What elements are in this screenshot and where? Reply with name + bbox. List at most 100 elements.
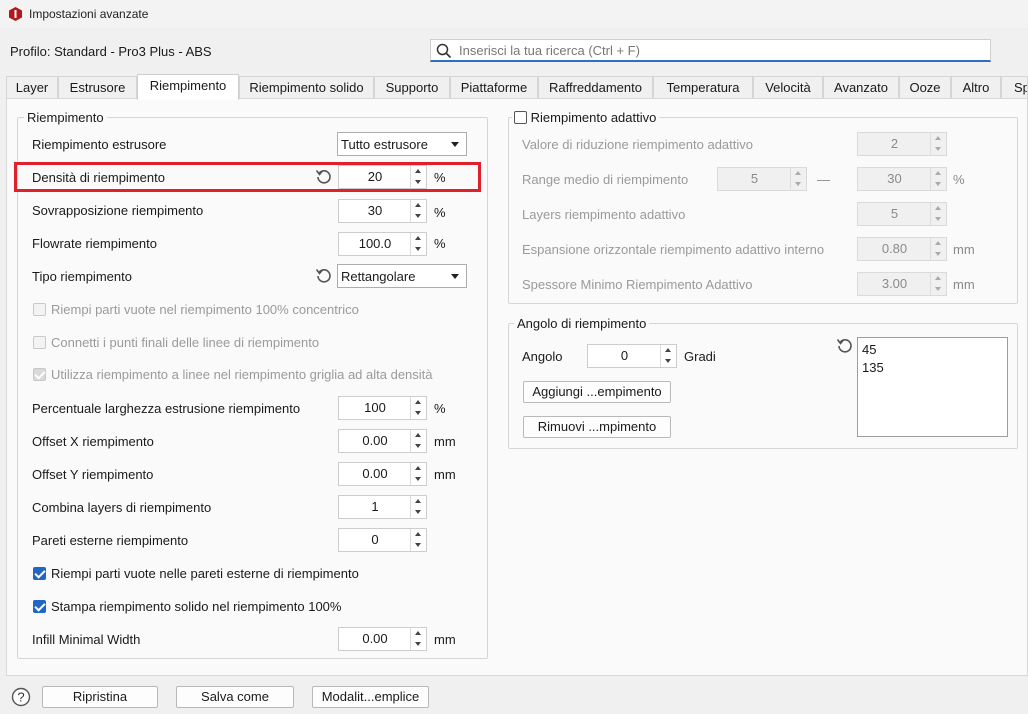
spin-up-icon[interactable]	[411, 430, 426, 441]
minimal-width-value: 0.00	[362, 631, 388, 646]
spin-down-icon[interactable]	[931, 214, 946, 225]
spin-up-icon[interactable]	[411, 397, 426, 408]
spin-up-icon[interactable]	[931, 168, 946, 179]
add-angle-button[interactable]: Aggiungi ...empimento	[523, 381, 671, 403]
infill-flowrate-spinner[interactable]: 100.0	[338, 232, 427, 256]
angle-spinner[interactable]: 0	[587, 344, 677, 368]
spin-up-icon[interactable]	[661, 345, 676, 356]
list-item[interactable]: 135	[862, 360, 884, 375]
fill-walls-checkbox[interactable]	[33, 567, 46, 580]
spin-down-icon[interactable]	[931, 179, 946, 190]
search-icon	[436, 43, 452, 59]
tab-layer[interactable]: Layer	[6, 76, 58, 99]
adaptive-reduction-spinner[interactable]: 2	[857, 132, 947, 156]
infill-overlap-spinner[interactable]: 30	[338, 199, 427, 223]
infill-overlap-value: 30	[367, 203, 383, 218]
search-box[interactable]	[430, 39, 991, 62]
adaptive-layers-spinner[interactable]: 5	[857, 202, 947, 226]
spin-up-icon[interactable]	[411, 628, 426, 639]
spin-up-icon[interactable]	[931, 133, 946, 144]
app-logo-icon	[9, 7, 22, 21]
infill-density-spinner[interactable]: 20	[338, 165, 427, 189]
grid-lines-checkbox[interactable]	[33, 368, 46, 381]
spin-down-icon[interactable]	[931, 249, 946, 260]
spin-down-icon[interactable]	[411, 441, 426, 452]
spin-up-icon[interactable]	[931, 203, 946, 214]
adaptive-range-max-value: 30	[887, 171, 902, 186]
offset-x-label: Offset X riempimento	[32, 434, 154, 449]
infill-extruder-select[interactable]: Tutto estrusore	[337, 132, 467, 156]
connect-checkbox[interactable]	[33, 336, 46, 349]
adaptive-expansion-spinner[interactable]: 0.80	[857, 237, 947, 261]
spin-down-icon[interactable]	[411, 408, 426, 419]
adaptive-range-min-spinner[interactable]: 5	[717, 167, 807, 191]
tab-avanzato[interactable]: Avanzato	[823, 76, 899, 99]
list-item[interactable]: 45	[862, 342, 876, 357]
spin-down-icon[interactable]	[411, 507, 426, 518]
offset-x-unit: mm	[434, 434, 456, 449]
remove-angle-button[interactable]: Rimuovi ...mpimento	[523, 416, 671, 438]
offset-y-spinner[interactable]: 0.00	[338, 462, 427, 486]
spin-down-icon[interactable]	[411, 474, 426, 485]
tab-sp[interactable]: Sp	[1001, 76, 1028, 99]
adaptive-min-thickness-spinner[interactable]: 3.00	[857, 272, 947, 296]
minimal-width-spinner[interactable]: 0.00	[338, 627, 427, 651]
tab-piattaforme[interactable]: Piattaforme	[450, 76, 538, 99]
tab-estrusore[interactable]: Estrusore	[58, 76, 137, 99]
combine-layers-spinner[interactable]: 1	[338, 495, 427, 519]
chevron-down-icon	[451, 274, 459, 279]
tab-riempimento-solido[interactable]: Riempimento solido	[239, 76, 374, 99]
spin-up-icon[interactable]	[411, 200, 426, 211]
infill-width-label: Percentuale larghezza estrusione riempim…	[32, 401, 301, 416]
tab-temperatura[interactable]: Temperatura	[653, 76, 753, 99]
spin-down-icon[interactable]	[931, 284, 946, 295]
search-input[interactable]	[457, 41, 977, 59]
spin-up-icon[interactable]	[931, 238, 946, 249]
adaptive-checkbox[interactable]	[514, 111, 527, 124]
offset-x-spinner[interactable]: 0.00	[338, 429, 427, 453]
window-title: Impostazioni avanzate	[29, 7, 149, 21]
help-icon[interactable]: ?	[11, 687, 31, 707]
minimal-width-label: Infill Minimal Width	[32, 632, 141, 647]
spin-down-icon[interactable]	[791, 179, 806, 190]
concentric-checkbox[interactable]	[33, 303, 46, 316]
reset-icon[interactable]	[315, 267, 332, 284]
spin-up-icon[interactable]	[411, 166, 426, 177]
reset-button[interactable]: Ripristina	[42, 686, 158, 708]
adaptive-layers-value: 5	[890, 206, 899, 221]
spin-up-icon[interactable]	[411, 463, 426, 474]
spin-down-icon[interactable]	[411, 639, 426, 650]
infill-type-select[interactable]: Rettangolare	[337, 264, 467, 288]
adaptive-min-thickness-value: 3.00	[881, 276, 908, 291]
reset-icon[interactable]	[836, 337, 853, 354]
spin-down-icon[interactable]	[411, 540, 426, 551]
spin-up-icon[interactable]	[931, 273, 946, 284]
adaptive-range-max-spinner[interactable]: 30	[857, 167, 947, 191]
spin-down-icon[interactable]	[411, 211, 426, 222]
spin-down-icon[interactable]	[931, 144, 946, 155]
infill-density-label: Densità di riempimento	[32, 170, 165, 185]
grid-lines-label: Utilizza riempimento a linee nel riempim…	[51, 367, 433, 382]
angle-list[interactable]: 45 135	[857, 337, 1008, 437]
spin-up-icon[interactable]	[411, 496, 426, 507]
spin-down-icon[interactable]	[661, 356, 676, 367]
infill-flowrate-unit: %	[434, 236, 446, 251]
simple-mode-button[interactable]: Modalit...emplice	[312, 686, 429, 708]
adaptive-min-thickness-label: Spessore Minimo Riempimento Adattivo	[522, 277, 753, 292]
tab-velocita[interactable]: Velocità	[753, 76, 823, 99]
infill-width-spinner[interactable]: 100	[338, 396, 427, 420]
spin-up-icon[interactable]	[791, 168, 806, 179]
outer-walls-spinner[interactable]: 0	[338, 528, 427, 552]
solid-100-checkbox[interactable]	[33, 600, 46, 613]
spin-down-icon[interactable]	[411, 177, 426, 188]
tab-ooze[interactable]: Ooze	[899, 76, 951, 99]
tab-raffreddamento[interactable]: Raffreddamento	[538, 76, 653, 99]
spin-up-icon[interactable]	[411, 529, 426, 540]
tab-altro[interactable]: Altro	[951, 76, 1001, 99]
tab-riempimento[interactable]: Riempimento	[137, 74, 239, 100]
spin-down-icon[interactable]	[411, 244, 426, 255]
reset-icon[interactable]	[315, 168, 332, 185]
save-as-button[interactable]: Salva come	[176, 686, 294, 708]
tab-supporto[interactable]: Supporto	[374, 76, 450, 99]
spin-up-icon[interactable]	[411, 233, 426, 244]
